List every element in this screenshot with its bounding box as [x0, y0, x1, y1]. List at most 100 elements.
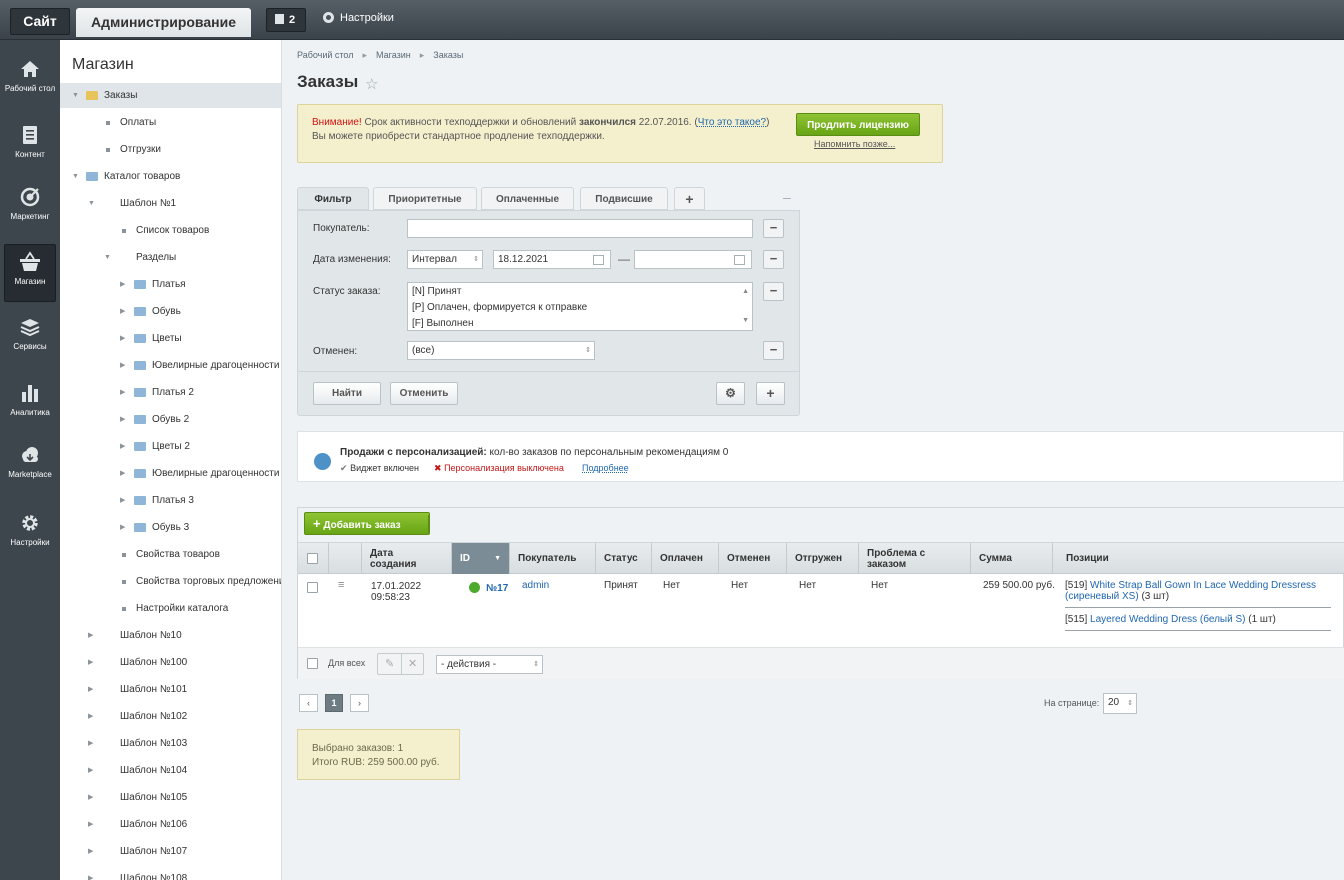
tree-item[interactable]: ▶ Шаблон №101	[60, 677, 281, 702]
tree-item[interactable]: Список товаров	[60, 218, 281, 243]
col-id[interactable]: ID ▼	[452, 543, 510, 574]
order-id-link[interactable]: №17	[486, 583, 508, 594]
date-to-input[interactable]	[634, 250, 752, 269]
tree-item[interactable]: ▶ Шаблон №103	[60, 731, 281, 756]
renew-license-button[interactable]: Продлить лицензию	[796, 113, 920, 136]
actions-select[interactable]: - действия - ⇕	[436, 655, 543, 674]
add-field-button[interactable]: +	[756, 382, 785, 405]
tree-item[interactable]: ▶ Обувь 2	[60, 407, 281, 432]
collapse-arrow-icon[interactable]: ▶	[120, 326, 125, 351]
tree-item[interactable]: ▶ Платья	[60, 272, 281, 297]
tree-item[interactable]: ▶ Обувь	[60, 299, 281, 324]
delete-icon[interactable]: ✕	[408, 657, 417, 670]
expand-arrow-icon[interactable]: ▼	[104, 245, 111, 270]
status-option[interactable]: [N] Принят	[412, 284, 752, 300]
expand-arrow-icon[interactable]: ▼	[72, 164, 79, 189]
collapse-arrow-icon[interactable]: ▶	[88, 839, 93, 864]
tree-item[interactable]: ▶ Ювелирные драгоценности 2	[60, 461, 281, 486]
collapse-arrow-icon[interactable]: ▶	[88, 650, 93, 675]
tab-filter[interactable]: Фильтр	[297, 187, 369, 210]
favorite-star-icon[interactable]: ☆	[365, 75, 378, 93]
site-tab[interactable]: Сайт	[10, 8, 70, 35]
menu-item-analytics[interactable]: Аналитика	[4, 376, 56, 434]
collapse-arrow-icon[interactable]: ▶	[120, 353, 125, 378]
collapse-arrow-icon[interactable]: ▶	[88, 731, 93, 756]
collapse-arrow-icon[interactable]: ▶	[120, 380, 125, 405]
scroll-down-icon[interactable]: ▼	[742, 313, 749, 329]
menu-item-services[interactable]: Сервисы	[4, 310, 56, 368]
col-positions[interactable]: Позиции	[1053, 543, 1344, 574]
collapse-arrow-icon[interactable]: ▶	[120, 272, 125, 297]
tab-priority[interactable]: Приоритетные	[373, 187, 477, 210]
settings-link[interactable]: Настройки	[323, 12, 394, 24]
col-buyer[interactable]: Покупатель	[510, 543, 596, 574]
add-order-button[interactable]: + Добавить заказ	[304, 512, 430, 535]
tab-paid[interactable]: Оплаченные	[481, 187, 574, 210]
row-checkbox[interactable]	[307, 582, 318, 593]
select-all-checkbox[interactable]	[307, 553, 318, 564]
tree-item[interactable]: ▶ Цветы	[60, 326, 281, 351]
next-page-button[interactable]: ›	[350, 694, 369, 712]
tree-item[interactable]: ▼ Каталог товаров	[60, 164, 281, 189]
tree-item[interactable]: Оплаты	[60, 110, 281, 135]
col-shipped[interactable]: Отгружен	[787, 543, 859, 574]
add-tab-button[interactable]: +	[674, 187, 705, 210]
tree-item[interactable]: ▶ Платья 2	[60, 380, 281, 405]
canceled-select[interactable]: (все) ⇕	[407, 341, 595, 360]
find-button[interactable]: Найти	[313, 382, 381, 405]
collapse-arrow-icon[interactable]: ▶	[88, 812, 93, 837]
scroll-up-icon[interactable]: ▲	[742, 284, 749, 300]
position-link[interactable]: White Strap Ball Gown In Lace Wedding Dr…	[1065, 580, 1316, 602]
what-is-it-link[interactable]: Что это такое?	[698, 117, 766, 128]
menu-item-marketing[interactable]: Маркетинг	[4, 180, 56, 238]
col-sum[interactable]: Сумма	[971, 543, 1053, 574]
date-mode-select[interactable]: Интервал ⇕	[407, 250, 483, 269]
tree-item[interactable]: ▼ Шаблон №1	[60, 191, 281, 216]
admin-tab[interactable]: Администрирование	[76, 8, 251, 37]
collapse-arrow-icon[interactable]: ▶	[120, 434, 125, 459]
page-number[interactable]: 1	[325, 694, 343, 712]
col-status[interactable]: Статус	[596, 543, 652, 574]
per-page-select[interactable]: 20 ⇕	[1103, 693, 1137, 714]
tree-item[interactable]: Отгрузки	[60, 137, 281, 162]
row-menu-icon[interactable]: ≡	[338, 579, 344, 591]
tab-stuck[interactable]: Подвисшие	[580, 187, 668, 210]
menu-item-content[interactable]: Контент	[4, 118, 56, 176]
menu-item-settings[interactable]: Настройки	[4, 506, 56, 564]
edit-icon[interactable]: ✎	[385, 657, 394, 670]
collapse-arrow-icon[interactable]: ▶	[88, 785, 93, 810]
menu-item-shop[interactable]: Магазин	[4, 244, 56, 302]
remove-field-button[interactable]: −	[763, 219, 784, 238]
tree-item[interactable]: ▶ Шаблон №105	[60, 785, 281, 810]
col-date[interactable]: Дата создания	[362, 543, 452, 574]
collapse-arrow-icon[interactable]: ▶	[120, 407, 125, 432]
collapse-arrow-icon[interactable]: ▶	[88, 866, 93, 880]
breadcrumb-item[interactable]: Рабочий стол	[297, 50, 354, 60]
tree-item[interactable]: ▶ Шаблон №108	[60, 866, 281, 880]
col-canceled[interactable]: Отменен	[719, 543, 787, 574]
calendar-icon[interactable]	[734, 255, 745, 265]
cancel-filter-button[interactable]: Отменить	[390, 382, 458, 405]
breadcrumb-item[interactable]: Заказы	[433, 50, 463, 60]
collapse-arrow-icon[interactable]: ▶	[88, 758, 93, 783]
collapse-arrow-icon[interactable]: ▶	[120, 515, 125, 540]
tree-item[interactable]: ▶ Обувь 3	[60, 515, 281, 540]
tree-item[interactable]: Свойства товаров	[60, 542, 281, 567]
collapse-arrow-icon[interactable]: ▶	[120, 299, 125, 324]
for-all-checkbox[interactable]	[307, 658, 318, 669]
remind-later-link[interactable]: Напомнить позже...	[814, 139, 895, 149]
collapse-arrow-icon[interactable]: ▶	[120, 461, 125, 486]
expand-arrow-icon[interactable]: ▼	[88, 191, 95, 216]
tree-item[interactable]: ▶ Цветы 2	[60, 434, 281, 459]
tree-item[interactable]: ▶ Платья 3	[60, 488, 281, 513]
pers-more-link[interactable]: Подробнее	[582, 463, 629, 473]
notifications-button[interactable]: 2	[266, 8, 306, 32]
collapse-arrow-icon[interactable]: ▶	[120, 488, 125, 513]
prev-page-button[interactable]: ‹	[299, 694, 318, 712]
tree-item[interactable]: ▶ Ювелирные драгоценности	[60, 353, 281, 378]
tree-item[interactable]: ▶ Шаблон №100	[60, 650, 281, 675]
remove-field-button[interactable]: −	[763, 250, 784, 269]
tree-item[interactable]: ▶ Шаблон №106	[60, 812, 281, 837]
status-option[interactable]: [F] Выполнен	[412, 316, 752, 332]
collapse-arrow-icon[interactable]: ▶	[88, 677, 93, 702]
